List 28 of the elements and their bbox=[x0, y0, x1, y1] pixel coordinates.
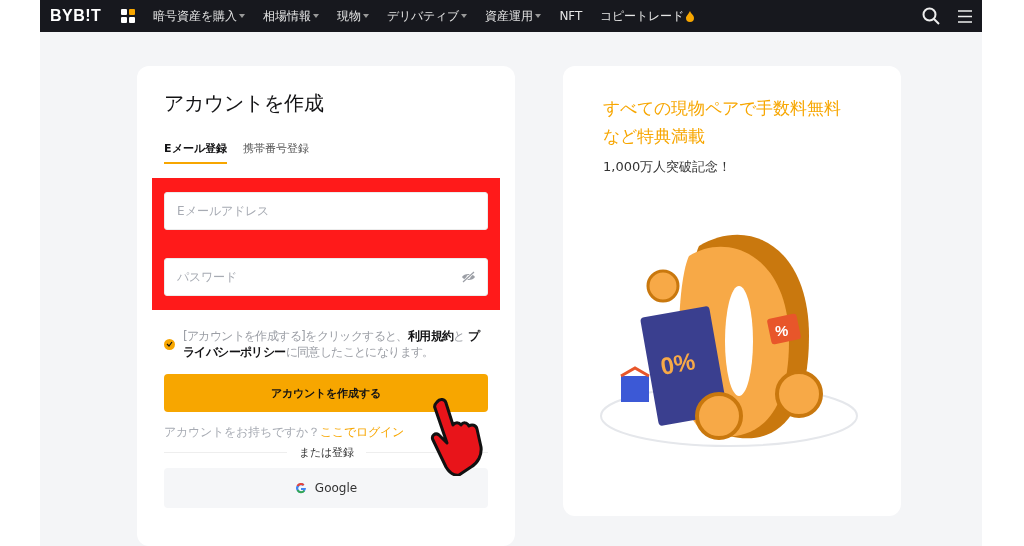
apps-grid-icon[interactable] bbox=[121, 9, 138, 23]
nav-menu-item[interactable]: NFT bbox=[559, 9, 583, 23]
password-field[interactable]: パスワード bbox=[164, 258, 488, 296]
email-field[interactable]: Eメールアドレス bbox=[164, 192, 488, 230]
google-signup-button[interactable]: Google bbox=[164, 468, 488, 508]
logo[interactable]: BYB!T bbox=[50, 7, 102, 25]
search-icon[interactable] bbox=[922, 7, 940, 25]
promo-subline: 1,000万人突破記念！ bbox=[603, 158, 733, 176]
nav-menu-item[interactable]: 相場情報 bbox=[263, 7, 320, 25]
signup-tab[interactable]: Eメール登録 bbox=[164, 141, 227, 164]
nav-menu-item[interactable]: デリバティブ bbox=[387, 7, 468, 25]
consent-checkbox[interactable] bbox=[164, 338, 175, 350]
google-icon bbox=[294, 482, 307, 494]
create-account-button[interactable]: アカウントを作成する bbox=[164, 374, 488, 412]
promo-headline: すべての現物ペアで手数料無料など特典満載 bbox=[603, 97, 842, 148]
nav-menu-item[interactable]: コピートレード bbox=[600, 7, 695, 25]
nav-menu-item[interactable]: 現物 bbox=[337, 7, 370, 25]
ticket-label: 0% bbox=[658, 347, 698, 380]
menu-icon[interactable] bbox=[958, 9, 972, 23]
signup-tab[interactable]: 携帯番号登録 bbox=[242, 141, 309, 164]
nav-menu-item[interactable]: 暗号資産を購入 bbox=[153, 7, 246, 25]
tag-label: % bbox=[775, 322, 789, 339]
divider-label: または登録 bbox=[298, 445, 354, 460]
login-prompt: アカウントをお持ちですか？ bbox=[164, 424, 320, 441]
consent-text: [アカウントを作成する]をクリックすると、利用規約と プライバシーポリシーに同意したことになります。 bbox=[183, 328, 482, 360]
form-title: アカウントを作成 bbox=[164, 90, 325, 117]
eye-slash-icon[interactable] bbox=[461, 271, 476, 283]
nav-menu-item[interactable]: 資産運用 bbox=[485, 7, 542, 25]
